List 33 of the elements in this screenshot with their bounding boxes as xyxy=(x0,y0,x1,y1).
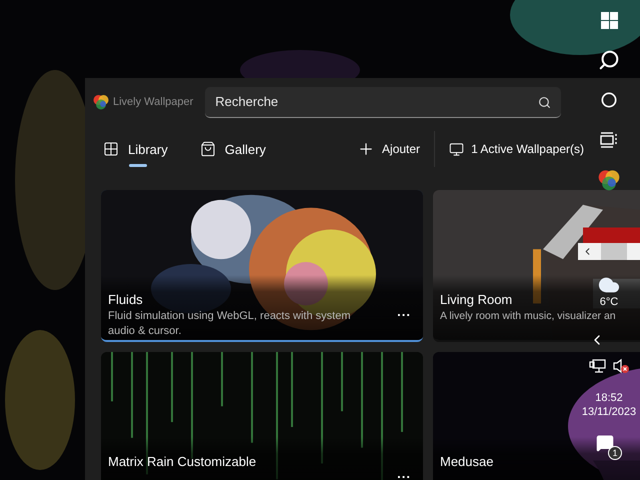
notification-button[interactable]: 1 xyxy=(596,434,622,460)
search-icon[interactable] xyxy=(598,49,620,71)
scroll-bar[interactable] xyxy=(578,243,640,260)
search-icon xyxy=(538,96,552,108)
temperature: 6°C xyxy=(600,296,618,308)
app-title: Lively Wallpaper xyxy=(113,96,194,108)
bag-icon xyxy=(200,141,216,157)
more-button[interactable]: ... xyxy=(397,466,411,480)
clock-date: 13/11/2023 xyxy=(582,406,636,418)
wallpaper-title: Fluids xyxy=(108,292,143,307)
nav-tab[interactable]: Gallery xyxy=(200,129,266,169)
wallpaper-card[interactable]: Fluids Fluid simulation using WebGL, reacts with system audio & cursor. ... xyxy=(101,190,423,342)
logo-icon[interactable] xyxy=(598,169,620,191)
more-button[interactable]: ... xyxy=(397,304,411,319)
grid-icon xyxy=(103,141,119,157)
network-icon[interactable] xyxy=(588,358,606,374)
active-wallpapers-button[interactable]: 1 Active Wallpaper(s) xyxy=(435,129,598,169)
add-button[interactable]: Ajouter xyxy=(343,129,434,169)
volume-muted-icon[interactable] xyxy=(612,358,630,374)
clock-time: 18:52 xyxy=(595,392,623,404)
nav-tab[interactable]: Library xyxy=(103,129,168,169)
task-view-icon[interactable] xyxy=(600,132,618,148)
wallpaper-card[interactable]: Matrix Rain Customizable ... xyxy=(101,352,423,480)
wallpaper-description: Fluid simulation using WebGL, reacts with system audio & cursor. xyxy=(108,309,352,339)
logo-icon xyxy=(93,94,109,110)
wallpaper-title: Living Room xyxy=(440,292,512,307)
wallpaper-title: Matrix Rain Customizable xyxy=(108,454,256,469)
wallpaper-title: Medusae xyxy=(440,454,494,469)
windows-icon[interactable] xyxy=(600,12,618,28)
circle-icon[interactable] xyxy=(601,92,617,108)
monitor-icon xyxy=(449,142,464,156)
wallpaper-description: A lively room with music, visualizer an xyxy=(440,309,616,324)
search-field[interactable]: Recherche xyxy=(205,86,562,118)
